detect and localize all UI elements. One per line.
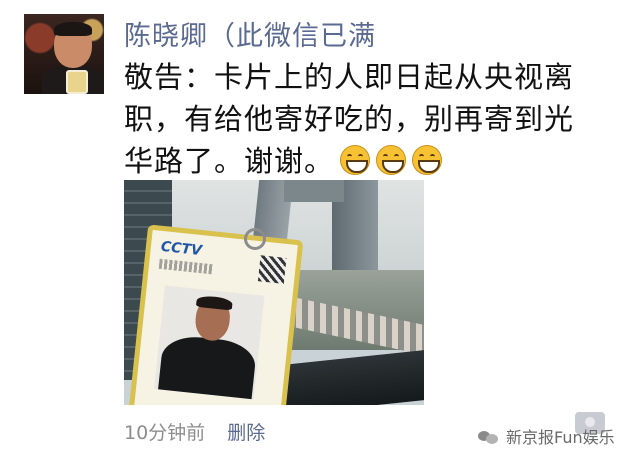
lanyard-clip xyxy=(244,228,266,250)
id-badge: CCTV xyxy=(128,224,304,405)
post-meta: 10分钟前 删除 xyxy=(124,418,265,445)
badge-logo: CCTV xyxy=(160,238,203,260)
wechat-icon xyxy=(478,429,500,445)
post-timestamp: 10分钟前 xyxy=(124,422,206,444)
avatar-glass xyxy=(66,70,88,94)
delete-button[interactable]: 删除 xyxy=(227,422,265,444)
avatar-hair xyxy=(54,22,92,36)
post-message: 敬告：卡片上的人即日起从央视离职，有给他寄好吃的，别再寄到光华路了。谢谢。 xyxy=(124,56,584,182)
qr-code-icon xyxy=(257,255,287,284)
badge-portrait xyxy=(154,285,265,400)
photo-tower-bridge xyxy=(284,180,344,202)
author-avatar[interactable] xyxy=(24,14,104,94)
author-name[interactable]: 陈晓卿（此微信已满 xyxy=(124,14,376,53)
post-photo[interactable]: CCTV xyxy=(124,180,424,405)
grin-emoji-icon xyxy=(376,145,407,175)
grin-emoji-icon xyxy=(412,145,443,175)
watermark: 新京报Fun娱乐 xyxy=(478,424,615,448)
watermark-text: 新京报Fun娱乐 xyxy=(506,428,615,447)
grin-emoji-icon xyxy=(340,145,371,175)
badge-subtitle-lines xyxy=(158,258,214,275)
badge-portrait-body xyxy=(157,333,258,400)
